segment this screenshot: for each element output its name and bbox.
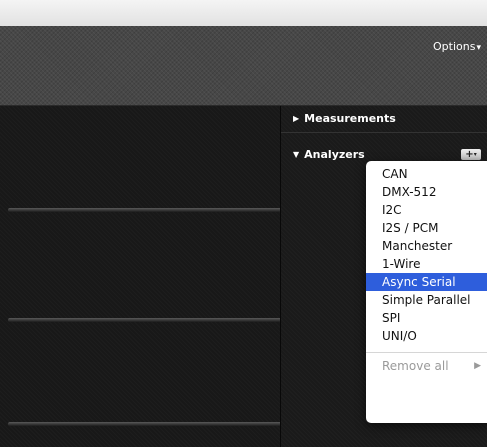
menu-item-i2s-pcm[interactable]: I2S / PCM: [366, 219, 487, 237]
menu-item-i2c[interactable]: I2C: [366, 201, 487, 219]
menu-item-simple-parallel[interactable]: Simple Parallel: [366, 291, 487, 309]
triangle-right-icon: ▶: [293, 114, 300, 123]
remove-all-menu-item[interactable]: Remove all ▶: [366, 357, 487, 375]
submenu-arrow-icon: ▶: [474, 361, 481, 371]
channel-separator[interactable]: [8, 208, 280, 212]
analyzer-menu-items: CAN DMX-512 I2C I2S / PCM Manchester 1-Wire As…: [366, 165, 487, 345]
menu-item-spi[interactable]: SPI: [366, 309, 487, 327]
analyzers-header[interactable]: ▼ Analyzers: [293, 148, 365, 161]
menu-item-async-serial[interactable]: Async Serial: [366, 273, 487, 291]
options-button[interactable]: Options▾: [433, 40, 481, 53]
channel-separator[interactable]: [8, 422, 280, 426]
add-analyzer-button[interactable]: +▾: [461, 149, 481, 160]
menu-item-manchester[interactable]: Manchester: [366, 237, 487, 255]
analyzer-dropdown-menu: CAN DMX-512 I2C I2S / PCM Manchester 1-Wire As…: [366, 161, 487, 423]
menu-item-can[interactable]: CAN: [366, 165, 487, 183]
triangle-down-icon: ▼: [293, 150, 300, 159]
toolbar: Options▾: [0, 26, 487, 106]
panel-divider: [281, 132, 487, 133]
menu-item-uni-o[interactable]: UNI/O: [366, 327, 487, 345]
window-top-bar: [0, 0, 487, 26]
options-label: Options: [433, 40, 476, 53]
plus-icon: +: [465, 149, 474, 160]
menu-item-1-wire[interactable]: 1-Wire: [366, 255, 487, 273]
chevron-down-icon: ▾: [473, 151, 477, 158]
measurements-header[interactable]: ▶ Measurements: [293, 112, 396, 125]
chevron-down-icon: ▾: [476, 43, 481, 53]
remove-all-label: Remove all: [382, 359, 449, 373]
menu-separator: [366, 352, 487, 353]
menu-item-dmx-512[interactable]: DMX-512: [366, 183, 487, 201]
measurements-label: Measurements: [304, 112, 396, 125]
analyzers-label: Analyzers: [304, 148, 365, 161]
channel-graph-area: [0, 106, 280, 447]
channel-separator[interactable]: [8, 318, 280, 322]
